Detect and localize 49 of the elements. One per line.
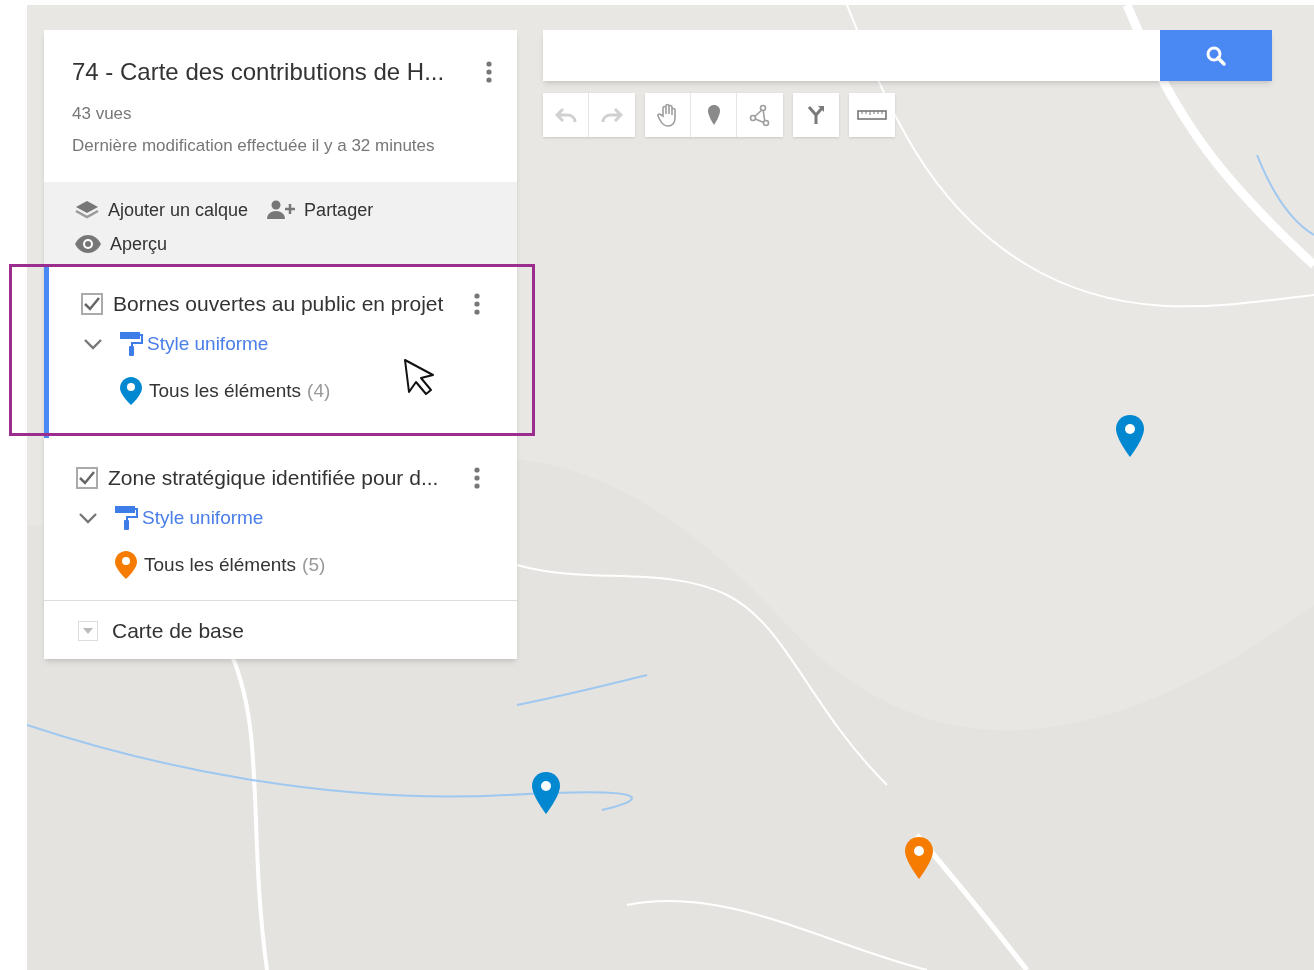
undo-icon bbox=[554, 107, 577, 123]
add-layer-button[interactable]: Ajouter un calque bbox=[74, 196, 249, 224]
hand-tool-button[interactable] bbox=[645, 93, 691, 137]
paint-roller-icon bbox=[119, 330, 143, 357]
base-map-label[interactable]: Carte de base bbox=[112, 615, 244, 647]
fork-arrow-icon bbox=[805, 104, 827, 126]
features-label[interactable]: Tous les éléments bbox=[149, 376, 302, 406]
search-field[interactable] bbox=[543, 30, 1160, 81]
map-pin-icon[interactable] bbox=[529, 770, 563, 816]
eye-icon bbox=[74, 234, 102, 254]
caret-icon bbox=[83, 627, 93, 634]
map-pin-icon[interactable] bbox=[1113, 413, 1147, 459]
features-label[interactable]: Tous les éléments bbox=[144, 550, 297, 580]
paint-roller-icon bbox=[114, 504, 138, 531]
layer-title[interactable]: Bornes ouvertes au public en projet bbox=[113, 288, 444, 320]
polyline-icon bbox=[748, 103, 772, 127]
directions-button[interactable] bbox=[793, 93, 839, 137]
last-modified-text: Dernière modification effectuée il y a 32 minutes bbox=[72, 134, 436, 157]
style-link[interactable]: Style uniforme bbox=[142, 503, 264, 532]
more-vert-icon bbox=[486, 61, 492, 83]
search-button[interactable] bbox=[1160, 30, 1272, 81]
measure-button[interactable] bbox=[849, 93, 895, 137]
layer-title[interactable]: Zone stratégique identifiée pour d... bbox=[108, 462, 439, 494]
pin-icon bbox=[706, 104, 721, 126]
style-link[interactable]: Style uniforme bbox=[147, 329, 269, 358]
redo-icon bbox=[601, 107, 623, 123]
chevron-icon[interactable] bbox=[83, 337, 103, 350]
feature-count: (5) bbox=[302, 552, 326, 577]
ruler-icon bbox=[857, 108, 887, 122]
more-vert-icon bbox=[474, 292, 480, 315]
map-pin-icon[interactable] bbox=[902, 835, 936, 881]
feature-count: (4) bbox=[307, 378, 331, 403]
preview-button[interactable]: Aperçu bbox=[74, 230, 517, 258]
share-button[interactable]: Partager bbox=[266, 196, 374, 224]
chevron-icon[interactable] bbox=[78, 511, 98, 524]
check-icon bbox=[84, 296, 100, 311]
view-count: 43 vues bbox=[72, 103, 133, 125]
map-title[interactable]: 74 - Carte des contributions de H... bbox=[72, 54, 445, 90]
add-person-icon bbox=[266, 199, 297, 221]
layer-item[interactable]: Zone stratégique identifiée pour d... Style uniforme Tous les éléments (5) bbox=[44, 438, 517, 600]
checkbox[interactable] bbox=[81, 292, 103, 315]
line-tool-button[interactable] bbox=[737, 93, 783, 137]
marker-button[interactable] bbox=[691, 93, 737, 137]
hand-icon bbox=[656, 103, 679, 127]
more-vert-icon bbox=[474, 466, 480, 489]
checkbox[interactable] bbox=[76, 466, 98, 489]
layers-icon bbox=[74, 199, 100, 221]
check-icon bbox=[79, 470, 95, 485]
expand-toggle[interactable] bbox=[78, 620, 98, 641]
